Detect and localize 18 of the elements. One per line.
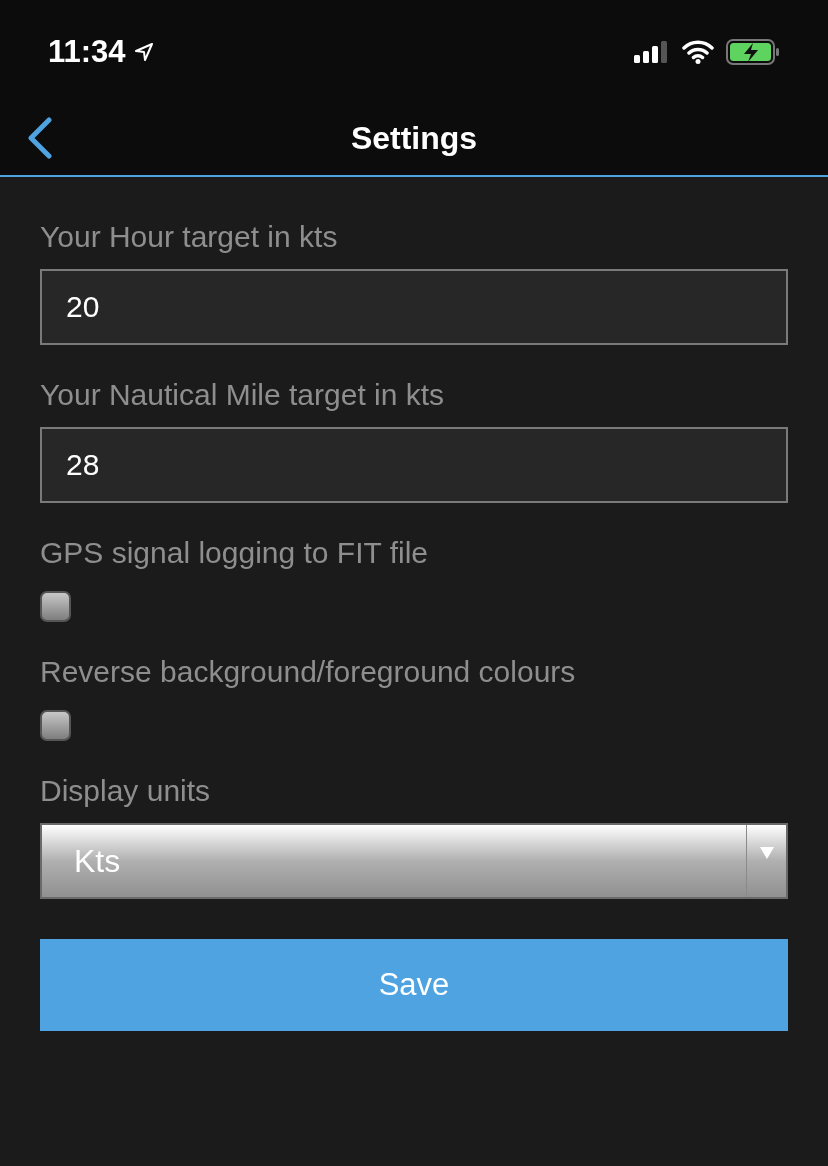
page-title: Settings [350,118,478,158]
caret-icon [759,847,774,859]
checkbox[interactable] [40,591,71,622]
field-label: Your Hour target in kts [40,219,338,255]
status-time: 11:34 [48,32,126,71]
field-label: Your Nautical Mile target in kts [40,377,445,413]
location-arrow-icon [133,42,154,62]
input-field[interactable]: 28 [40,427,788,503]
field-label: GPS signal logging to FIT file [40,535,428,571]
wifi-icon [682,40,714,64]
back-chevron-icon [27,116,53,159]
back-button[interactable] [26,116,54,159]
field-label: Display units [40,773,211,809]
field-label: Reverse background/foreground colours [40,654,576,690]
checkbox[interactable] [40,710,71,741]
input-field[interactable]: 20 [40,269,788,345]
signal-icon [634,41,670,63]
battery-charging-icon [726,39,780,65]
